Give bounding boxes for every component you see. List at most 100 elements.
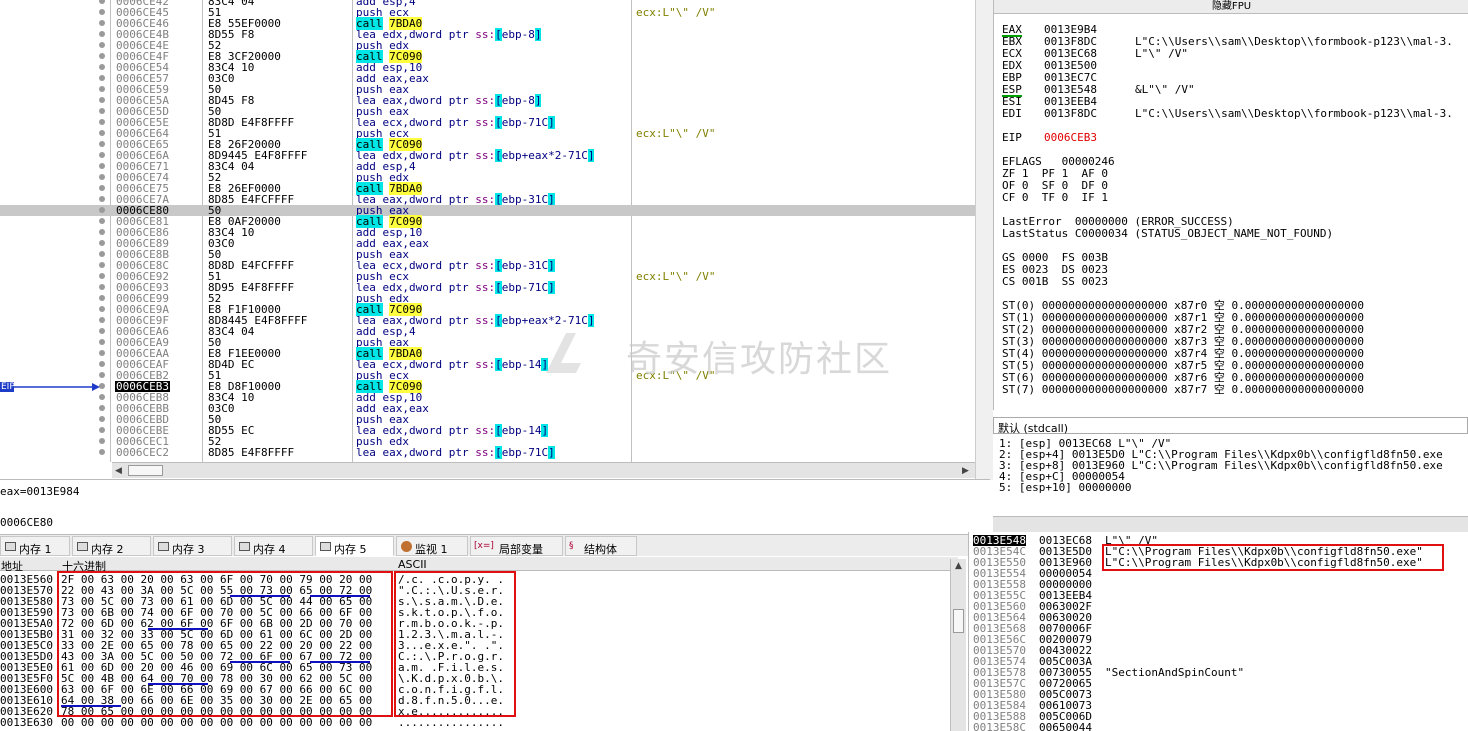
scroll-thumb[interactable] xyxy=(953,609,964,633)
register-name: EDX xyxy=(1002,59,1022,72)
tab-6[interactable]: 监视 1 xyxy=(396,536,468,556)
tab-7[interactable]: [x=] 局部变量 xyxy=(470,536,563,556)
registers-pane[interactable]: 隐藏FPU EAX 0013E9B4 EBX 0013F8DC L"C:\\Users\… xyxy=(993,0,1468,410)
breakpoint-dot[interactable] xyxy=(99,449,105,455)
stack-address: 0013E58C xyxy=(973,721,1026,731)
dump-header: 地址 十六进制 ASCII xyxy=(0,557,958,573)
stack-comment: "SectionAndSpinCount" xyxy=(1105,666,1245,679)
breakpoint-dot[interactable] xyxy=(99,86,105,92)
breakpoint-dot[interactable] xyxy=(99,119,105,125)
breakpoint-dot[interactable] xyxy=(99,75,105,81)
eip-label: EIP xyxy=(1,382,15,392)
dump-vscrollbar[interactable]: ▲ xyxy=(950,559,966,731)
register-value[interactable]: 0013EC68 xyxy=(1044,48,1097,59)
register-value[interactable]: 0013F8DC xyxy=(1044,108,1097,119)
breakpoint-dot[interactable] xyxy=(99,207,105,213)
tab-4[interactable]: 内存 4 xyxy=(234,536,313,556)
breakpoint-dot[interactable] xyxy=(99,152,105,158)
register-value[interactable]: 0013EEB4 xyxy=(1044,96,1097,107)
disasm-hscrollbar[interactable]: ◀ ▶ xyxy=(112,462,975,478)
breakpoint-dot[interactable] xyxy=(99,372,105,378)
instr-comment: ecx:L"\" /V" xyxy=(636,6,716,19)
scroll-left-icon[interactable]: ◀ xyxy=(115,466,122,476)
breakpoint-dot[interactable] xyxy=(99,42,105,48)
breakpoint-dot[interactable] xyxy=(99,273,105,279)
breakpoint-dot[interactable] xyxy=(99,416,105,422)
tab-1[interactable]: 内存 1 xyxy=(0,536,70,556)
calling-convention-select[interactable]: 默认 (stdcall) xyxy=(993,417,1468,435)
pane-splitter[interactable] xyxy=(975,0,993,480)
tab-5[interactable]: 内存 5 xyxy=(315,536,394,556)
watermark-text: 奇安信攻防社区 xyxy=(626,339,893,380)
breakpoint-dot[interactable] xyxy=(99,284,105,290)
breakpoint-dot[interactable] xyxy=(99,108,105,114)
tab-8[interactable]: § 结构体 xyxy=(565,536,637,556)
breakpoint-dot[interactable] xyxy=(99,350,105,356)
breakpoint-dot[interactable] xyxy=(99,218,105,224)
register-value[interactable]: 0013F8DC xyxy=(1044,36,1097,47)
info-line-2: 0006CE80 xyxy=(0,516,53,529)
last-status: LastStatus C0000034 (STATUS_OBJECT_NAME_… xyxy=(1002,227,1334,240)
breakpoint-dot[interactable] xyxy=(99,163,105,169)
breakpoint-dot[interactable] xyxy=(99,262,105,268)
locals-icon: [x=] xyxy=(474,541,494,551)
hex-highlight-box xyxy=(57,571,393,717)
memory-icon xyxy=(320,542,331,551)
breakpoint-dot[interactable] xyxy=(99,174,105,180)
breakpoint-dot[interactable] xyxy=(99,20,105,26)
tab-label: 内存 3 xyxy=(172,543,205,556)
breakpoint-dot[interactable] xyxy=(99,438,105,444)
call-arg-row[interactable]: 5: [esp+10] 00000000 xyxy=(999,482,1131,493)
header-ascii: ASCII xyxy=(398,558,427,571)
scroll-right-icon[interactable]: ▶ xyxy=(962,466,969,476)
breakpoint-dot[interactable] xyxy=(99,317,105,323)
breakpoint-dot[interactable] xyxy=(99,361,105,367)
breakpoint-dot[interactable] xyxy=(99,427,105,433)
breakpoint-dot[interactable] xyxy=(99,9,105,15)
stack-pane[interactable]: 0013E548 0013EC68 L"\" /V" 0013E54C 0013E5D0… xyxy=(968,532,1468,731)
breakpoint-dot[interactable] xyxy=(99,229,105,235)
tab-2[interactable]: 内存 2 xyxy=(72,536,151,556)
breakpoint-dot[interactable] xyxy=(99,328,105,334)
call-args-hscrollbar[interactable] xyxy=(993,516,1468,532)
breakpoint-dot[interactable] xyxy=(99,0,105,4)
register-name: EIP xyxy=(1002,131,1022,144)
breakpoint-dot[interactable] xyxy=(99,196,105,202)
breakpoint-dot[interactable] xyxy=(99,251,105,257)
breakpoint-dot[interactable] xyxy=(99,240,105,246)
info-pane: eax=0013E984 0006CE80 xyxy=(0,479,990,531)
selection-underline xyxy=(61,705,121,707)
tab-3[interactable]: 内存 3 xyxy=(153,536,232,556)
breakpoint-dot[interactable] xyxy=(99,339,105,345)
breakpoint-dot[interactable] xyxy=(99,185,105,191)
breakpoint-dot[interactable] xyxy=(99,31,105,37)
scroll-thumb[interactable] xyxy=(128,465,163,476)
breakpoint-dot[interactable] xyxy=(99,64,105,70)
breakpoint-dot[interactable] xyxy=(99,141,105,147)
register-value[interactable]: 0013E9B4 xyxy=(1044,24,1097,35)
breakpoint-dot[interactable] xyxy=(99,306,105,312)
scroll-up-icon[interactable]: ▲ xyxy=(955,561,962,571)
header-address: 地址 xyxy=(1,560,23,573)
tab-label: 结构体 xyxy=(584,543,617,556)
watermark-logo xyxy=(536,328,606,378)
register-value[interactable]: 0013EC7C xyxy=(1044,72,1097,83)
breakpoint-dot[interactable] xyxy=(99,130,105,136)
disassembly-pane[interactable]: 0006CE42 83C4 04 add esp,4 0006CE45 51 push e… xyxy=(0,0,975,462)
register-value[interactable]: 0013E548 xyxy=(1044,84,1097,95)
breakpoint-dot[interactable] xyxy=(99,53,105,59)
selection-underline xyxy=(230,595,290,597)
memory-dump-pane[interactable]: 地址 十六进制 ASCII 0013E560 2F 00 63 00 20 00 … xyxy=(0,557,968,731)
register-value[interactable]: 0013E500 xyxy=(1044,60,1097,71)
breakpoint-dot[interactable] xyxy=(99,97,105,103)
call-args-pane: 1: [esp] 0013EC68 L"\" /V" 2: [esp+4] 001… xyxy=(993,435,1468,515)
breakpoint-dot[interactable] xyxy=(99,405,105,411)
breakpoint-dot[interactable] xyxy=(99,295,105,301)
register-comment: L"C:\\Users\\sam\\Desktop\\formbook-p123… xyxy=(1135,107,1453,120)
info-line-1: eax=0013E984 xyxy=(0,485,80,498)
disasm-row[interactable]: 0006CEC2 8D85 E4F8FFFF lea eax,dword ptr s… xyxy=(0,446,975,459)
tab-label: 内存 5 xyxy=(334,543,367,556)
fpu-toggle[interactable]: 隐藏FPU xyxy=(994,0,1468,14)
register-value[interactable]: 0006CEB3 xyxy=(1044,132,1097,143)
ascii-highlight-box xyxy=(394,571,516,717)
